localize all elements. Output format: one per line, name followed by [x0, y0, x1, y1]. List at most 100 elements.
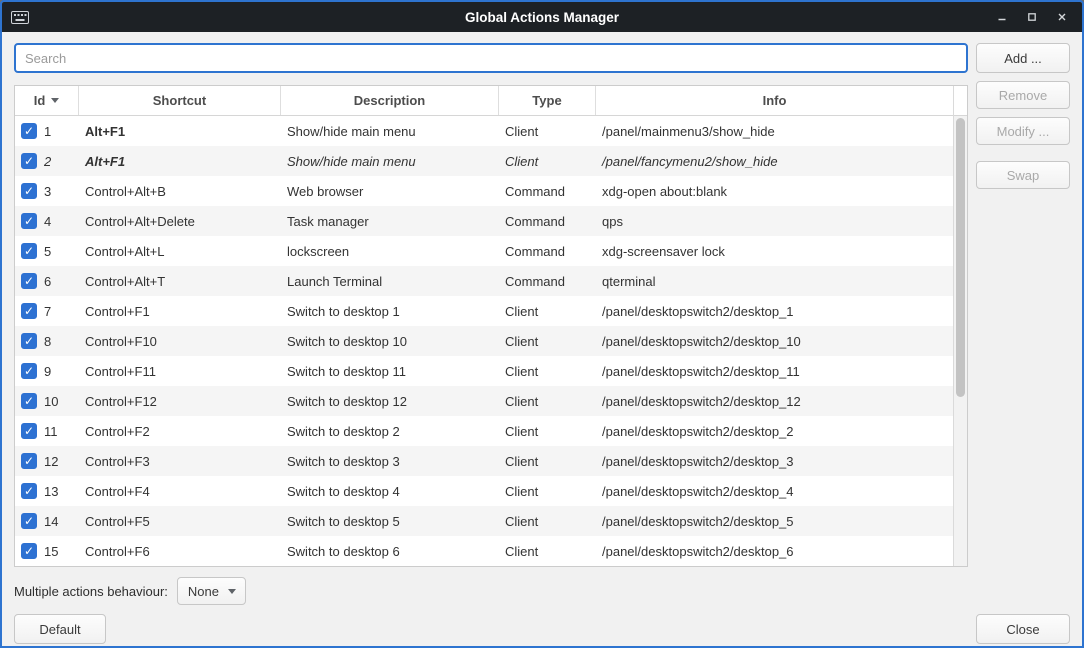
shortcut-cell: Control+Alt+L	[79, 236, 281, 266]
shortcut-cell: Control+F2	[79, 416, 281, 446]
id-cell: 9	[15, 356, 79, 386]
row-id: 11	[44, 424, 58, 439]
row-checkbox[interactable]	[21, 363, 37, 379]
id-cell: 11	[15, 416, 79, 446]
row-checkbox[interactable]	[21, 423, 37, 439]
shortcut-cell: Control+F1	[79, 296, 281, 326]
row-checkbox[interactable]	[21, 513, 37, 529]
id-cell: 1	[15, 116, 79, 146]
type-cell: Client	[499, 536, 596, 566]
table-row[interactable]: 2 Alt+F1 Show/hide main menu Client /pan…	[15, 146, 953, 176]
row-id: 14	[44, 514, 58, 529]
type-cell: Client	[499, 116, 596, 146]
close-dialog-button[interactable]: Close	[976, 614, 1070, 644]
column-header-info[interactable]: Info	[596, 86, 953, 115]
row-checkbox[interactable]	[21, 543, 37, 559]
table-row[interactable]: 9 Control+F11 Switch to desktop 11 Clien…	[15, 356, 953, 386]
info-cell: qterminal	[596, 266, 953, 296]
swap-button[interactable]: Swap	[976, 161, 1070, 189]
column-header-shortcut[interactable]: Shortcut	[79, 86, 281, 115]
type-cell: Command	[499, 206, 596, 236]
type-cell: Client	[499, 296, 596, 326]
info-cell: qps	[596, 206, 953, 236]
id-cell: 5	[15, 236, 79, 266]
description-cell: Switch to desktop 2	[281, 416, 499, 446]
shortcut-cell: Control+F12	[79, 386, 281, 416]
row-checkbox[interactable]	[21, 213, 37, 229]
row-checkbox[interactable]	[21, 273, 37, 289]
shortcut-cell: Control+F10	[79, 326, 281, 356]
row-checkbox[interactable]	[21, 153, 37, 169]
shortcut-cell: Control+F6	[79, 536, 281, 566]
table-scrollbar[interactable]	[953, 86, 967, 566]
table-row[interactable]: 1 Alt+F1 Show/hide main menu Client /pan…	[15, 116, 953, 146]
shortcut-cell: Control+F5	[79, 506, 281, 536]
info-cell: /panel/desktopswitch2/desktop_1	[596, 296, 953, 326]
table-row[interactable]: 11 Control+F2 Switch to desktop 2 Client…	[15, 416, 953, 446]
remove-button[interactable]: Remove	[976, 81, 1070, 109]
modify-button[interactable]: Modify ...	[976, 117, 1070, 145]
type-cell: Client	[499, 416, 596, 446]
bottom-button-row: Default Close	[14, 614, 1070, 644]
description-cell: Switch to desktop 1	[281, 296, 499, 326]
description-cell: Switch to desktop 3	[281, 446, 499, 476]
search-input[interactable]	[14, 43, 968, 73]
type-cell: Client	[499, 446, 596, 476]
id-cell: 15	[15, 536, 79, 566]
row-checkbox[interactable]	[21, 333, 37, 349]
row-checkbox[interactable]	[21, 483, 37, 499]
table-row[interactable]: 3 Control+Alt+B Web browser Command xdg-…	[15, 176, 953, 206]
table-row[interactable]: 6 Control+Alt+T Launch Terminal Command …	[15, 266, 953, 296]
type-cell: Command	[499, 236, 596, 266]
row-checkbox[interactable]	[21, 393, 37, 409]
row-checkbox[interactable]	[21, 453, 37, 469]
scrollbar-thumb[interactable]	[956, 118, 965, 397]
row-id: 12	[44, 454, 58, 469]
column-header-description[interactable]: Description	[281, 86, 499, 115]
table-row[interactable]: 5 Control+Alt+L lockscreen Command xdg-s…	[15, 236, 953, 266]
table-row[interactable]: 15 Control+F6 Switch to desktop 6 Client…	[15, 536, 953, 566]
row-checkbox[interactable]	[21, 123, 37, 139]
table-row[interactable]: 14 Control+F5 Switch to desktop 5 Client…	[15, 506, 953, 536]
titlebar: Global Actions Manager	[2, 2, 1082, 32]
description-cell: Switch to desktop 6	[281, 536, 499, 566]
info-cell: /panel/desktopswitch2/desktop_3	[596, 446, 953, 476]
table-body: 1 Alt+F1 Show/hide main menu Client /pan…	[15, 116, 953, 566]
table-row[interactable]: 8 Control+F10 Switch to desktop 10 Clien…	[15, 326, 953, 356]
info-cell: /panel/desktopswitch2/desktop_12	[596, 386, 953, 416]
row-checkbox[interactable]	[21, 183, 37, 199]
table-row[interactable]: 10 Control+F12 Switch to desktop 12 Clie…	[15, 386, 953, 416]
row-id: 15	[44, 544, 58, 559]
table-row[interactable]: 13 Control+F4 Switch to desktop 4 Client…	[15, 476, 953, 506]
minimize-button[interactable]	[990, 6, 1014, 28]
type-cell: Command	[499, 266, 596, 296]
id-cell: 8	[15, 326, 79, 356]
row-id: 5	[44, 244, 51, 259]
scrollbar-track[interactable]	[954, 116, 967, 566]
close-button[interactable]	[1050, 6, 1074, 28]
shortcut-cell: Control+Alt+T	[79, 266, 281, 296]
id-cell: 7	[15, 296, 79, 326]
id-cell: 2	[15, 146, 79, 176]
row-id: 9	[44, 364, 51, 379]
info-cell: xdg-open about:blank	[596, 176, 953, 206]
row-checkbox[interactable]	[21, 243, 37, 259]
id-cell: 6	[15, 266, 79, 296]
column-header-id[interactable]: Id	[15, 86, 79, 115]
table-row[interactable]: 12 Control+F3 Switch to desktop 3 Client…	[15, 446, 953, 476]
add-button[interactable]: Add ...	[976, 43, 1070, 73]
table-row[interactable]: 7 Control+F1 Switch to desktop 1 Client …	[15, 296, 953, 326]
row-checkbox[interactable]	[21, 303, 37, 319]
row-id: 4	[44, 214, 51, 229]
column-header-type[interactable]: Type	[499, 86, 596, 115]
table-row[interactable]: 4 Control+Alt+Delete Task manager Comman…	[15, 206, 953, 236]
id-cell: 12	[15, 446, 79, 476]
restore-button[interactable]	[1020, 6, 1044, 28]
window-title: Global Actions Manager	[465, 10, 619, 25]
behaviour-select[interactable]: None	[177, 577, 246, 605]
default-button[interactable]: Default	[14, 614, 106, 644]
shortcuts-table: Id Shortcut Description Type Info 1 Alt+…	[14, 85, 968, 567]
keyboard-icon	[11, 11, 29, 24]
window-controls	[990, 6, 1074, 28]
description-cell: Switch to desktop 10	[281, 326, 499, 356]
